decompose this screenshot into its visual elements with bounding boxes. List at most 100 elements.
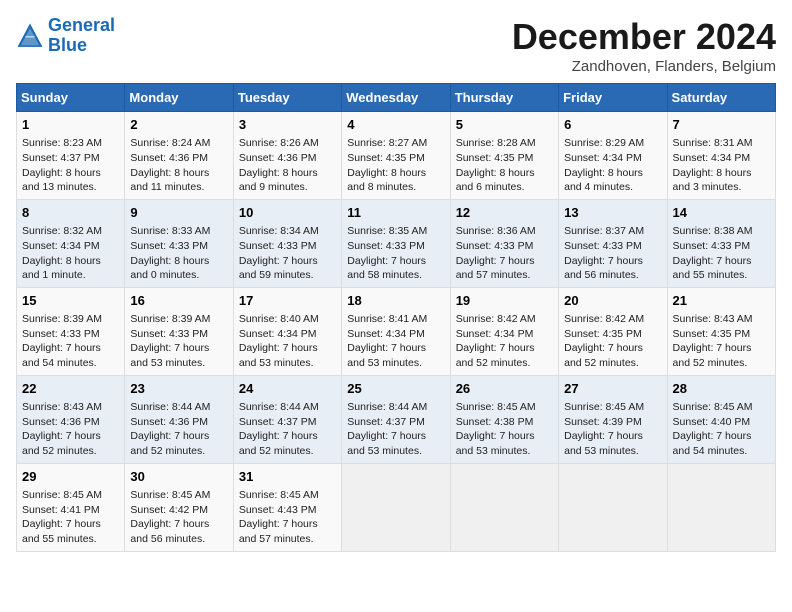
day-number: 23: [130, 380, 227, 398]
logo: General Blue: [16, 16, 115, 56]
day-number: 8: [22, 204, 119, 222]
day-number: 12: [456, 204, 553, 222]
calendar-cell: [450, 463, 558, 551]
calendar-cell: 8 Sunrise: 8:32 AM Sunset: 4:34 PM Daylig…: [17, 199, 125, 287]
day-info: Sunrise: 8:43 AM Sunset: 4:35 PM Dayligh…: [673, 312, 770, 371]
day-info: Sunrise: 8:36 AM Sunset: 4:33 PM Dayligh…: [456, 224, 553, 283]
day-number: 31: [239, 468, 336, 486]
day-info: Sunrise: 8:35 AM Sunset: 4:33 PM Dayligh…: [347, 224, 444, 283]
day-number: 15: [22, 292, 119, 310]
calendar-cell: 18Sunrise: 8:41 AM Sunset: 4:34 PM Dayli…: [342, 287, 450, 375]
day-info: Sunrise: 8:24 AM Sunset: 4:36 PM Dayligh…: [130, 136, 227, 195]
day-info: Sunrise: 8:44 AM Sunset: 4:37 PM Dayligh…: [347, 400, 444, 459]
calendar-cell: 15 Sunrise: 8:39 AM Sunset: 4:33 PM Dayli…: [17, 287, 125, 375]
calendar-cell: 13 Sunrise: 8:37 AM Sunset: 4:33 PM Dayli…: [559, 199, 667, 287]
calendar-cell: 1 Sunrise: 8:23 AM Sunset: 4:37 PM Daylig…: [17, 112, 125, 200]
calendar-cell: 27 Sunrise: 8:45 AM Sunset: 4:39 PM Dayli…: [559, 375, 667, 463]
calendar-cell: 20Sunrise: 8:42 AM Sunset: 4:35 PM Dayli…: [559, 287, 667, 375]
column-header-monday: Monday: [125, 84, 233, 112]
logo-icon: [16, 22, 44, 50]
day-number: 14: [673, 204, 770, 222]
calendar-cell: 5Sunrise: 8:28 AM Sunset: 4:35 PM Daylig…: [450, 112, 558, 200]
day-info: Sunrise: 8:45 AM Sunset: 4:40 PM Dayligh…: [673, 400, 770, 459]
calendar-week-4: 22 Sunrise: 8:43 AM Sunset: 4:36 PM Dayli…: [17, 375, 776, 463]
day-info: Sunrise: 8:28 AM Sunset: 4:35 PM Dayligh…: [456, 136, 553, 195]
logo-text: General Blue: [48, 16, 115, 56]
calendar-cell: [559, 463, 667, 551]
calendar-cell: 23 Sunrise: 8:44 AM Sunset: 4:36 PM Dayli…: [125, 375, 233, 463]
header-row: SundayMondayTuesdayWednesdayThursdayFrid…: [17, 84, 776, 112]
calendar-cell: 29Sunrise: 8:45 AM Sunset: 4:41 PM Dayli…: [17, 463, 125, 551]
calendar-cell: 9Sunrise: 8:33 AM Sunset: 4:33 PM Daylig…: [125, 199, 233, 287]
day-info: Sunrise: 8:38 AM Sunset: 4:33 PM Dayligh…: [673, 224, 770, 283]
day-number: 6: [564, 116, 661, 134]
day-info: Sunrise: 8:31 AM Sunset: 4:34 PM Dayligh…: [673, 136, 770, 195]
day-info: Sunrise: 8:43 AM Sunset: 4:36 PM Dayligh…: [22, 400, 119, 459]
calendar-cell: 31 Sunrise: 8:45 AM Sunset: 4:43 PM Dayli…: [233, 463, 341, 551]
calendar-cell: 11Sunrise: 8:35 AM Sunset: 4:33 PM Dayli…: [342, 199, 450, 287]
day-number: 27: [564, 380, 661, 398]
day-info: Sunrise: 8:45 AM Sunset: 4:42 PM Dayligh…: [130, 488, 227, 547]
calendar-week-5: 29Sunrise: 8:45 AM Sunset: 4:41 PM Dayli…: [17, 463, 776, 551]
month-title: December 2024: [512, 16, 776, 58]
calendar-week-1: 1 Sunrise: 8:23 AM Sunset: 4:37 PM Daylig…: [17, 112, 776, 200]
calendar-cell: 25 Sunrise: 8:44 AM Sunset: 4:37 PM Dayli…: [342, 375, 450, 463]
day-info: Sunrise: 8:39 AM Sunset: 4:33 PM Dayligh…: [22, 312, 119, 371]
location-title: Zandhoven, Flanders, Belgium: [512, 58, 776, 75]
calendar-cell: 22 Sunrise: 8:43 AM Sunset: 4:36 PM Dayli…: [17, 375, 125, 463]
calendar-cell: 21Sunrise: 8:43 AM Sunset: 4:35 PM Dayli…: [667, 287, 775, 375]
calendar-cell: 28Sunrise: 8:45 AM Sunset: 4:40 PM Dayli…: [667, 375, 775, 463]
column-header-friday: Friday: [559, 84, 667, 112]
header: General Blue December 2024 Zandhoven, Fl…: [16, 16, 776, 75]
day-info: Sunrise: 8:42 AM Sunset: 4:34 PM Dayligh…: [456, 312, 553, 371]
calendar-week-3: 15 Sunrise: 8:39 AM Sunset: 4:33 PM Dayli…: [17, 287, 776, 375]
day-number: 19: [456, 292, 553, 310]
calendar-cell: [667, 463, 775, 551]
day-number: 13: [564, 204, 661, 222]
day-info: Sunrise: 8:45 AM Sunset: 4:39 PM Dayligh…: [564, 400, 661, 459]
day-number: 2: [130, 116, 227, 134]
calendar-cell: 16 Sunrise: 8:39 AM Sunset: 4:33 PM Dayli…: [125, 287, 233, 375]
day-number: 3: [239, 116, 336, 134]
day-info: Sunrise: 8:33 AM Sunset: 4:33 PM Dayligh…: [130, 224, 227, 283]
calendar-header: SundayMondayTuesdayWednesdayThursdayFrid…: [17, 84, 776, 112]
day-number: 24: [239, 380, 336, 398]
day-info: Sunrise: 8:23 AM Sunset: 4:37 PM Dayligh…: [22, 136, 119, 195]
calendar-week-2: 8 Sunrise: 8:32 AM Sunset: 4:34 PM Daylig…: [17, 199, 776, 287]
day-number: 16: [130, 292, 227, 310]
calendar-cell: 17 Sunrise: 8:40 AM Sunset: 4:34 PM Dayli…: [233, 287, 341, 375]
logo-line1: General: [48, 15, 115, 35]
day-number: 1: [22, 116, 119, 134]
day-number: 4: [347, 116, 444, 134]
day-number: 10: [239, 204, 336, 222]
column-header-tuesday: Tuesday: [233, 84, 341, 112]
calendar-cell: 12 Sunrise: 8:36 AM Sunset: 4:33 PM Dayli…: [450, 199, 558, 287]
calendar-cell: 30Sunrise: 8:45 AM Sunset: 4:42 PM Dayli…: [125, 463, 233, 551]
day-info: Sunrise: 8:44 AM Sunset: 4:36 PM Dayligh…: [130, 400, 227, 459]
day-info: Sunrise: 8:44 AM Sunset: 4:37 PM Dayligh…: [239, 400, 336, 459]
calendar-cell: 19 Sunrise: 8:42 AM Sunset: 4:34 PM Dayli…: [450, 287, 558, 375]
day-info: Sunrise: 8:39 AM Sunset: 4:33 PM Dayligh…: [130, 312, 227, 371]
calendar-cell: 3Sunrise: 8:26 AM Sunset: 4:36 PM Daylig…: [233, 112, 341, 200]
day-info: Sunrise: 8:40 AM Sunset: 4:34 PM Dayligh…: [239, 312, 336, 371]
day-info: Sunrise: 8:27 AM Sunset: 4:35 PM Dayligh…: [347, 136, 444, 195]
day-info: Sunrise: 8:45 AM Sunset: 4:41 PM Dayligh…: [22, 488, 119, 547]
calendar-cell: 7 Sunrise: 8:31 AM Sunset: 4:34 PM Daylig…: [667, 112, 775, 200]
day-number: 26: [456, 380, 553, 398]
day-info: Sunrise: 8:37 AM Sunset: 4:33 PM Dayligh…: [564, 224, 661, 283]
calendar-cell: [342, 463, 450, 551]
day-info: Sunrise: 8:32 AM Sunset: 4:34 PM Dayligh…: [22, 224, 119, 283]
calendar-cell: 14 Sunrise: 8:38 AM Sunset: 4:33 PM Dayli…: [667, 199, 775, 287]
day-info: Sunrise: 8:45 AM Sunset: 4:43 PM Dayligh…: [239, 488, 336, 547]
day-number: 25: [347, 380, 444, 398]
calendar-cell: 4 Sunrise: 8:27 AM Sunset: 4:35 PM Daylig…: [342, 112, 450, 200]
calendar-cell: 10Sunrise: 8:34 AM Sunset: 4:33 PM Dayli…: [233, 199, 341, 287]
calendar-table: SundayMondayTuesdayWednesdayThursdayFrid…: [16, 83, 776, 552]
day-info: Sunrise: 8:45 AM Sunset: 4:38 PM Dayligh…: [456, 400, 553, 459]
column-header-sunday: Sunday: [17, 84, 125, 112]
day-number: 17: [239, 292, 336, 310]
day-number: 18: [347, 292, 444, 310]
column-header-saturday: Saturday: [667, 84, 775, 112]
day-number: 22: [22, 380, 119, 398]
day-number: 7: [673, 116, 770, 134]
